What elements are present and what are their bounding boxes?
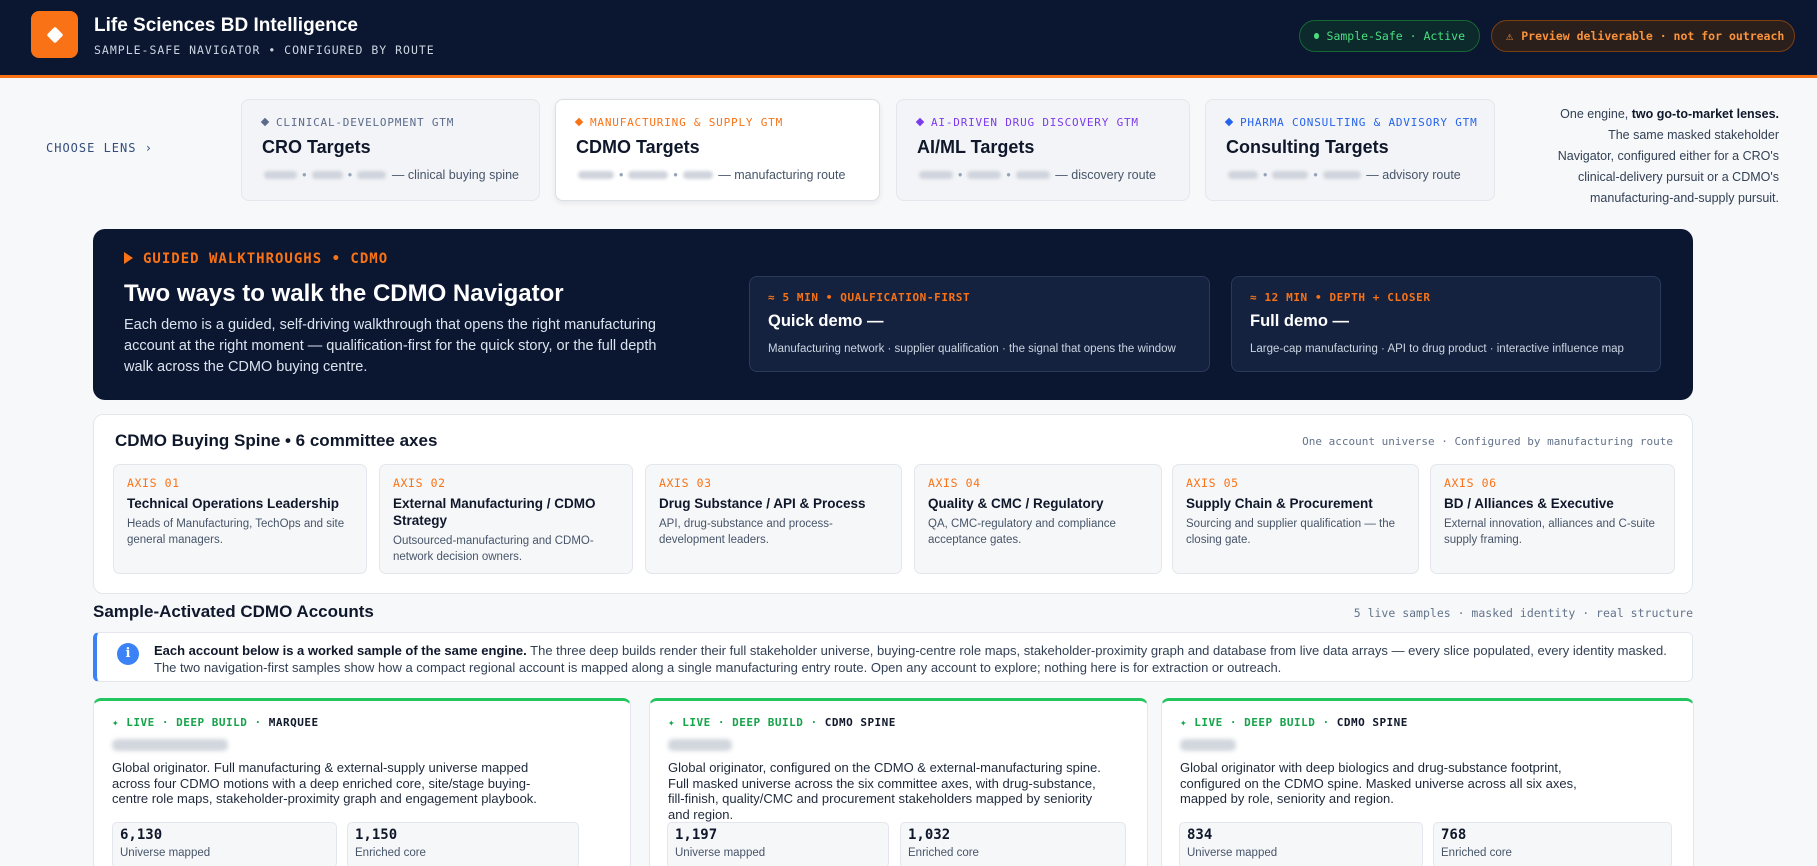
- walkthrough-description: Each demo is a guided, self-driving walk…: [124, 317, 657, 375]
- lens-title: CRO Targets: [262, 137, 371, 157]
- axis-description: External innovation, alliances and C-sui…: [1444, 518, 1655, 546]
- lens-title: CDMO Targets: [576, 137, 700, 157]
- lens-title: Consulting Targets: [1226, 137, 1389, 157]
- account-card-2[interactable]: ✦ LIVE · DEEP BUILD · CDMO SPINE Global …: [649, 698, 1148, 866]
- info-text: Each account below is a worked sample of…: [154, 643, 1667, 675]
- top-bar: Life Sciences BD Intelligence SAMPLE-SAF…: [0, 0, 1817, 78]
- axis-description: API, drug-substance and process-developm…: [659, 518, 833, 546]
- preview-warning-badge: ⚠ Preview deliverable · not for outreach: [1491, 20, 1795, 52]
- spine-note: One account universe · Configured by man…: [1302, 435, 1673, 448]
- axis-card-06[interactable]: AXIS 06 BD / Alliances & Executive Exter…: [1430, 464, 1675, 574]
- universe-mapped-stat: 6,130 Universe mapped: [112, 822, 337, 866]
- lens-tag: CLINICAL-DEVELOPMENT GTM: [260, 116, 519, 129]
- lens-description: • • — manufacturing route: [576, 168, 859, 182]
- diamond-icon: [915, 117, 925, 127]
- sample-safe-status-badge: Sample-Safe · Active: [1299, 20, 1480, 52]
- lens-tag: MANUFACTURING & SUPPLY GTM: [574, 116, 859, 129]
- enriched-core-stat: 1,150 Enriched core: [347, 822, 579, 866]
- buying-spine-panel: CDMO Buying Spine • 6 committee axes One…: [93, 414, 1693, 594]
- lens-card-ai-ml[interactable]: AI-DRIVEN DRUG DISCOVERY GTM AI/ML Targe…: [896, 99, 1190, 201]
- demo-description: Manufacturing network · supplier qualifi…: [768, 343, 1176, 355]
- accounts-title: Sample-Activated CDMO Accounts: [93, 602, 374, 621]
- axis-title: Quality & CMC / Regulatory: [928, 496, 1104, 511]
- axis-card-05[interactable]: AXIS 05 Supply Chain & Procurement Sourc…: [1172, 464, 1419, 574]
- account-tag: ✦ LIVE · DEEP BUILD · CDMO SPINE: [668, 716, 896, 729]
- demo-tag: ≈ 12 MIN • DEPTH + CLOSER: [1250, 291, 1431, 304]
- axis-title: Supply Chain & Procurement: [1186, 496, 1373, 511]
- demo-title: Full demo —: [1250, 312, 1349, 330]
- accounts-info-banner: i Each account below is a worked sample …: [93, 632, 1693, 682]
- masked-account-name: [1180, 739, 1236, 751]
- axis-title: Drug Substance / API & Process: [659, 496, 866, 511]
- accounts-note: 5 live samples · masked identity · real …: [1353, 606, 1693, 620]
- axis-description: Heads of Manufacturing, TechOps and site…: [127, 518, 345, 546]
- logo-icon: [31, 11, 78, 58]
- account-card-1[interactable]: ✦ LIVE · DEEP BUILD · MARQUEE Global ori…: [93, 698, 631, 866]
- app-title: Life Sciences BD Intelligence: [94, 15, 358, 36]
- info-icon: i: [117, 643, 139, 665]
- lens-note: One engine, two go-to-market lenses. The…: [1557, 107, 1779, 205]
- spine-title: CDMO Buying Spine • 6 committee axes: [115, 431, 438, 450]
- demo-tag: ≈ 5 MIN • QUALFICATION-FIRST: [768, 291, 971, 304]
- lens-card-consulting[interactable]: PHARMA CONSULTING & ADVISORY GTM Consult…: [1205, 99, 1495, 201]
- lens-description: • • — discovery route: [917, 168, 1169, 182]
- axis-card-02[interactable]: AXIS 02 External Manufacturing / CDMO St…: [379, 464, 633, 574]
- axis-number: AXIS 02: [393, 476, 446, 490]
- account-description: Global originator, configured on the CDM…: [668, 760, 1101, 822]
- lens-card-cro[interactable]: CLINICAL-DEVELOPMENT GTM CRO Targets • • …: [241, 99, 540, 201]
- axis-number: AXIS 05: [1186, 476, 1239, 490]
- choose-lens-label: CHOOSE LENS ›: [46, 141, 153, 155]
- app-subtitle: SAMPLE-SAFE NAVIGATOR • CONFIGURED BY RO…: [94, 43, 435, 57]
- axis-number: AXIS 01: [127, 476, 180, 490]
- masked-account-name: [112, 739, 228, 751]
- account-tag: ✦ LIVE · DEEP BUILD · CDMO SPINE: [1180, 716, 1408, 729]
- walkthrough-tag: GUIDED WALKTHROUGHS • CDMO: [124, 251, 388, 267]
- account-card-3[interactable]: ✦ LIVE · DEEP BUILD · CDMO SPINE Global …: [1161, 698, 1694, 866]
- play-icon: [124, 252, 133, 264]
- enriched-core-stat: 1,032 Enriched core: [900, 822, 1126, 866]
- axis-description: Outsourced-manufacturing and CDMO-networ…: [393, 535, 594, 563]
- axis-description: Sourcing and supplier qualification — th…: [1186, 518, 1396, 546]
- demo-description: Large-cap manufacturing · API to drug pr…: [1250, 343, 1624, 355]
- quick-demo-card[interactable]: ≈ 5 MIN • QUALFICATION-FIRST Quick demo …: [749, 276, 1210, 372]
- walkthrough-title: Two ways to walk the CDMO Navigator: [124, 280, 564, 307]
- axis-title: External Manufacturing / CDMO Strategy: [393, 496, 596, 528]
- preview-warning-label: Preview deliverable · not for outreach: [1521, 29, 1785, 43]
- lens-tag: PHARMA CONSULTING & ADVISORY GTM: [1224, 116, 1477, 129]
- axis-number: AXIS 04: [928, 476, 981, 490]
- sample-safe-status-label: Sample-Safe · Active: [1326, 29, 1465, 43]
- guided-walkthrough-panel: GUIDED WALKTHROUGHS • CDMO Two ways to w…: [93, 229, 1693, 400]
- diamond-icon: [260, 117, 270, 127]
- demo-title: Quick demo —: [768, 312, 884, 330]
- account-description: Global originator. Full manufacturing & …: [112, 760, 537, 806]
- account-tag: ✦ LIVE · DEEP BUILD · MARQUEE: [112, 716, 319, 729]
- diamond-icon: [574, 117, 584, 127]
- axis-title: BD / Alliances & Executive: [1444, 496, 1614, 511]
- status-dot-icon: [1314, 33, 1319, 39]
- diamond-icon: [1224, 117, 1234, 127]
- axis-title: Technical Operations Leadership: [127, 496, 340, 511]
- lens-tag: AI-DRIVEN DRUG DISCOVERY GTM: [915, 116, 1169, 129]
- axis-number: AXIS 03: [659, 476, 712, 490]
- masked-account-name: [668, 739, 732, 751]
- axis-number: AXIS 06: [1444, 476, 1497, 490]
- universe-mapped-stat: 1,197 Universe mapped: [667, 822, 889, 866]
- account-description: Global originator with deep biologics an…: [1180, 760, 1577, 806]
- lens-description: • • — clinical buying spine: [262, 168, 519, 182]
- lens-description: • • — advisory route: [1226, 168, 1474, 182]
- axis-card-03[interactable]: AXIS 03 Drug Substance / API & Process A…: [645, 464, 902, 574]
- axis-description: QA, CMC-regulatory and compliance accept…: [928, 518, 1116, 546]
- warning-icon: ⚠: [1506, 29, 1514, 43]
- universe-mapped-stat: 834 Universe mapped: [1179, 822, 1423, 866]
- lens-card-cdmo[interactable]: MANUFACTURING & SUPPLY GTM CDMO Targets …: [555, 99, 880, 201]
- enriched-core-stat: 768 Enriched core: [1433, 822, 1672, 866]
- axis-card-01[interactable]: AXIS 01 Technical Operations Leadership …: [113, 464, 367, 574]
- lens-title: AI/ML Targets: [917, 137, 1035, 157]
- axis-card-04[interactable]: AXIS 04 Quality & CMC / Regulatory QA, C…: [914, 464, 1162, 574]
- full-demo-card[interactable]: ≈ 12 MIN • DEPTH + CLOSER Full demo — La…: [1231, 276, 1661, 372]
